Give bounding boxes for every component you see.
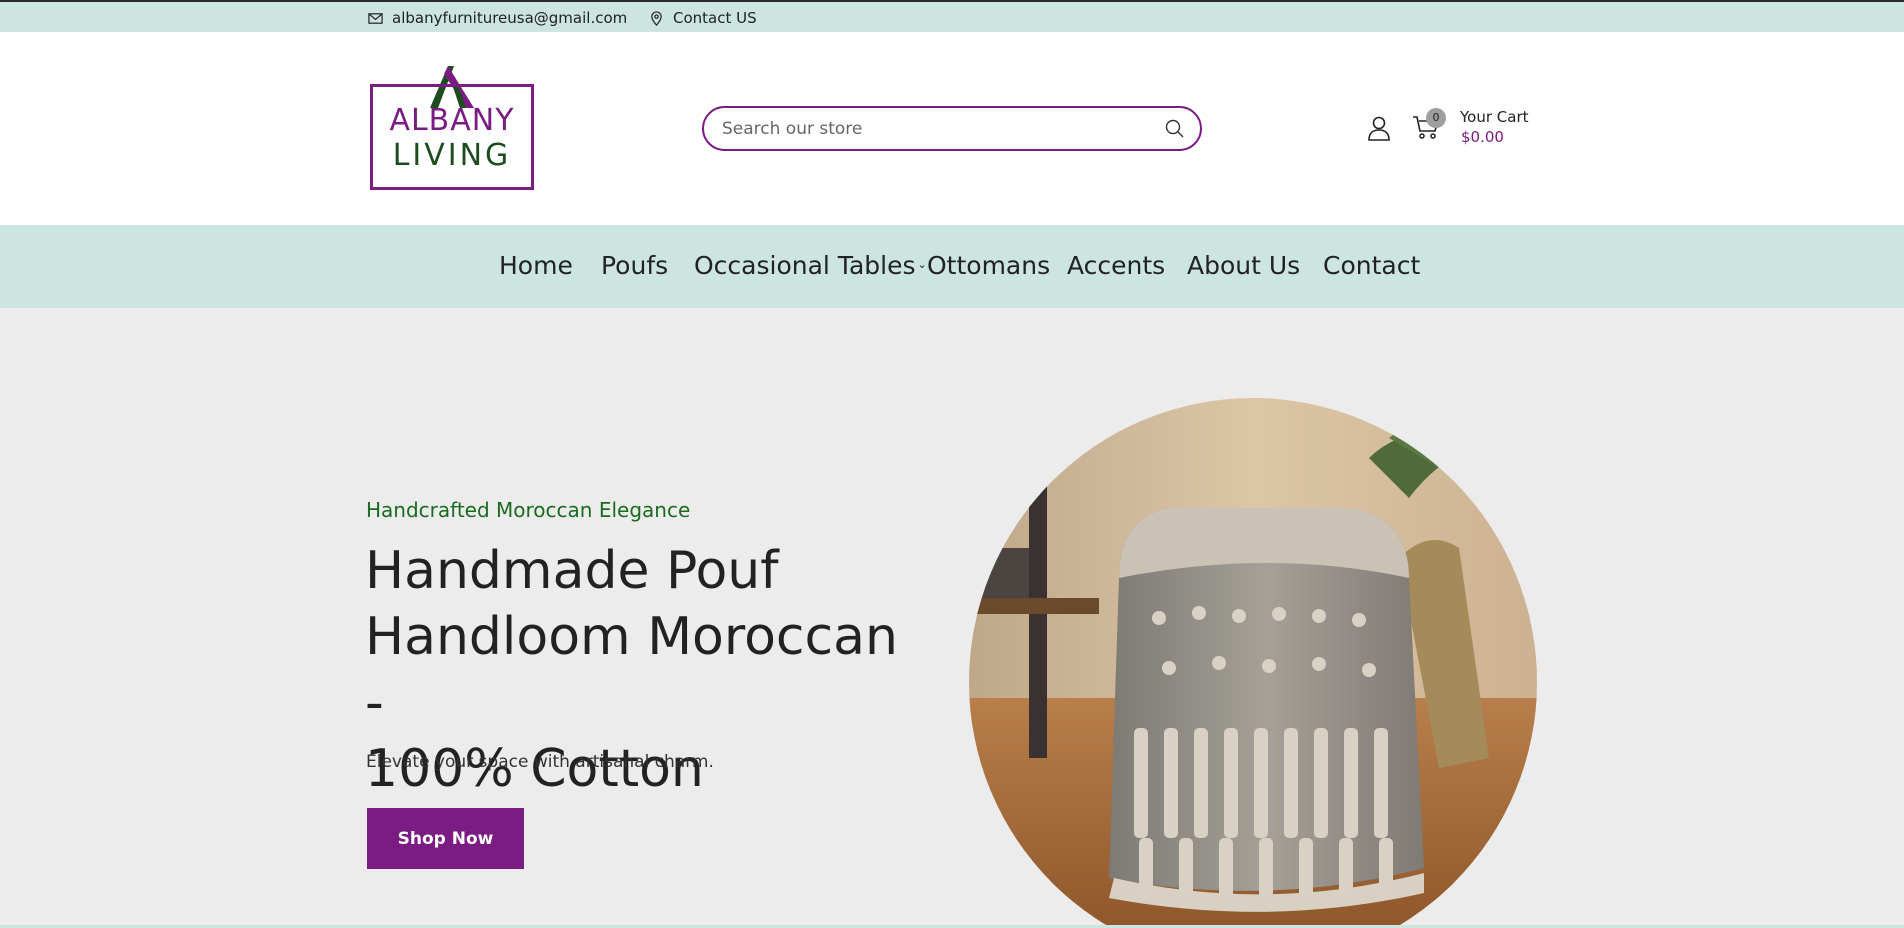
nav-label: Contact (1323, 251, 1421, 280)
logo-text-albany: ALBANY (389, 103, 515, 138)
hero-product-image (969, 398, 1537, 928)
search-icon[interactable] (1164, 118, 1186, 140)
nav-item-occasional-tables[interactable]: Occasional Tables ⌄ (694, 251, 927, 280)
hero-banner: Handcrafted Moroccan Elegance Handmade P… (0, 308, 1904, 928)
headline-line: Handmade Pouf (365, 541, 779, 601)
email-link[interactable]: albanyfurnitureusa@gmail.com (368, 9, 627, 27)
nav-label: Home (499, 251, 573, 280)
nav-label: About Us (1187, 251, 1301, 280)
logo-text-living: LIVING (392, 138, 512, 173)
shop-now-button[interactable]: Shop Now (367, 808, 524, 869)
contact-text: Contact US (673, 9, 757, 27)
site-header: ALBANY LIVING 0 Your Cart $0.00 (0, 32, 1904, 225)
hero-tagline: Handcrafted Moroccan Elegance (366, 498, 691, 522)
mail-icon (368, 12, 383, 24)
headline-line: Handloom Moroccan - (365, 607, 898, 733)
hero-subtext: Elevate your space with artisanal charm. (366, 752, 714, 772)
nav-item-ottomans[interactable]: Ottomans (927, 251, 1050, 280)
nav-item-about-us[interactable]: About Us (1187, 251, 1300, 280)
top-bar: albanyfurnitureusa@gmail.com Contact US (0, 0, 1904, 32)
main-nav: Home Poufs Occasional Tables ⌄ Ottomans A… (0, 225, 1904, 308)
search-input[interactable] (722, 117, 1142, 141)
site-logo[interactable]: ALBANY LIVING (368, 62, 536, 192)
email-text: albanyfurnitureusa@gmail.com (392, 9, 628, 27)
user-icon[interactable] (1367, 115, 1391, 141)
nav-item-home[interactable]: Home (499, 251, 573, 280)
cart-total[interactable]: $0.00 (1461, 128, 1504, 146)
nav-label: Poufs (601, 251, 669, 280)
chevron-down-icon[interactable]: ⌄ (917, 258, 926, 271)
nav-item-contact[interactable]: Contact (1323, 251, 1420, 280)
nav-item-accents[interactable]: Accents (1067, 251, 1165, 280)
nav-label: Ottomans (927, 251, 1051, 280)
search-bar (702, 106, 1202, 151)
nav-label: Occasional Tables (694, 251, 916, 280)
nav-item-poufs[interactable]: Poufs (601, 251, 668, 280)
cart-label[interactable]: Your Cart (1460, 108, 1529, 126)
contact-us-link[interactable]: Contact US (649, 9, 757, 27)
map-pin-icon (651, 10, 662, 26)
cart-count-badge: 0 (1426, 108, 1446, 128)
nav-label: Accents (1067, 251, 1166, 280)
